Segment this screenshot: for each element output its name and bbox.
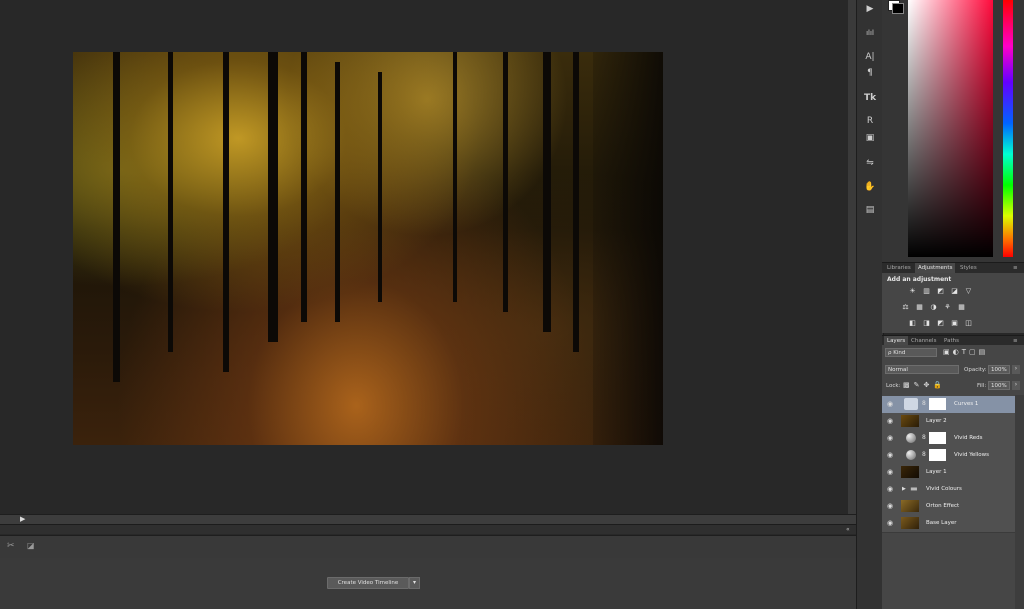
create-video-timeline-button[interactable]: Create Video Timeline: [327, 577, 409, 589]
type-styles-icon[interactable]: Tk: [863, 92, 877, 104]
canvas-vertical-scrollbar[interactable]: [848, 0, 856, 514]
fill-label: Fill:: [977, 383, 987, 389]
visibility-eye-icon[interactable]: ◉: [887, 417, 893, 425]
timeline-panel-header: [0, 524, 856, 534]
layer-thumbnail: [901, 415, 919, 427]
layer-mask-thumbnail[interactable]: [929, 432, 946, 444]
exposure-icon[interactable]: ◪: [950, 287, 959, 295]
panel-menu-icon[interactable]: ≡: [1010, 263, 1021, 273]
link-icon: 8: [922, 400, 926, 407]
tool-presets-icon[interactable]: ▤: [863, 204, 877, 216]
layer-row-vivid-reds[interactable]: ◉ 8 Vivid Reds: [882, 430, 1015, 448]
tab-libraries[interactable]: Libraries: [884, 263, 914, 273]
layer-filter-icons[interactable]: ▣◐T▢▤: [943, 348, 988, 356]
channel-mixer-icon[interactable]: ▦: [957, 303, 966, 311]
expand-arrow-icon[interactable]: ▶: [902, 486, 906, 492]
visibility-eye-icon[interactable]: ◉: [887, 519, 893, 527]
layer-name: Vivid Colours: [926, 486, 962, 492]
fill-input[interactable]: 100%: [988, 381, 1010, 390]
layer-mask-thumbnail[interactable]: [929, 398, 946, 410]
panel-menu-icon[interactable]: «: [846, 526, 850, 533]
foreground-background-swatches[interactable]: [888, 0, 904, 14]
color-saturation-field[interactable]: [908, 0, 993, 257]
fill-dropdown-icon[interactable]: ›: [1012, 381, 1020, 390]
play-icon[interactable]: ▶: [20, 515, 25, 523]
scissors-icon[interactable]: ✂: [7, 541, 15, 551]
layer-row-vivid-yellows[interactable]: ◉ 8 Vivid Yellows: [882, 447, 1015, 465]
layer-name: Base Layer: [926, 520, 957, 526]
blend-mode-select[interactable]: Normal: [885, 365, 959, 374]
curves-adjustment-icon: [904, 398, 918, 410]
tab-styles[interactable]: Styles: [957, 263, 980, 273]
character-icon[interactable]: A|: [863, 51, 877, 63]
color-balance-icon[interactable]: ▦: [915, 303, 924, 311]
gradient-map-icon[interactable]: ◫: [964, 319, 973, 327]
selective-color-icon[interactable]: ▣: [950, 319, 959, 327]
layer-row-orton-effect[interactable]: ◉ Orton Effect: [882, 498, 1015, 516]
layer-row-vivid-colours[interactable]: ◉ ▶ ▬ Vivid Colours: [882, 481, 1015, 499]
folder-icon: ▬: [910, 484, 918, 493]
tab-adjustments[interactable]: Adjustments: [915, 263, 956, 273]
glyphs-icon[interactable]: R: [863, 115, 877, 127]
layer-name: Vivid Yellows: [954, 452, 989, 458]
adjustments-panel-tabs: Libraries Adjustments Styles ≡: [882, 262, 1024, 273]
hue-saturation-adjustment-icon: [906, 450, 916, 460]
brightness-contrast-icon[interactable]: ☀: [908, 287, 917, 295]
posterize-icon[interactable]: ◨: [922, 319, 931, 327]
lock-icons[interactable]: ▩✎✥🔒: [903, 381, 946, 389]
layer-row-layer-1[interactable]: ◉ Layer 1: [882, 464, 1015, 482]
vibrance-icon[interactable]: ▽: [964, 287, 973, 295]
opacity-input[interactable]: 100%: [988, 365, 1010, 374]
play-action-icon[interactable]: ▶: [863, 3, 877, 15]
visibility-eye-icon[interactable]: ◉: [887, 485, 893, 493]
properties-icon[interactable]: ⇋: [863, 157, 877, 169]
black-white-icon[interactable]: ◑: [929, 303, 938, 311]
visibility-eye-icon[interactable]: ◉: [887, 468, 893, 476]
invert-icon[interactable]: ◧: [908, 319, 917, 327]
layer-kind-filter[interactable]: ρ Kind: [885, 348, 937, 357]
document-canvas[interactable]: [0, 0, 848, 514]
visibility-eye-icon[interactable]: ◉: [887, 400, 893, 408]
layer-name: Orton Effect: [926, 503, 960, 509]
levels-icon[interactable]: ▥: [922, 287, 931, 295]
layer-name: Vivid Reds: [954, 435, 983, 441]
brush-presets-icon[interactable]: ✋: [863, 181, 877, 193]
transition-icon[interactable]: ◪: [27, 541, 35, 550]
layer-mask-thumbnail[interactable]: [929, 449, 946, 461]
autumn-forest-path-image[interactable]: [73, 52, 663, 445]
lock-label: Lock:: [886, 383, 901, 389]
visibility-eye-icon[interactable]: ◉: [887, 451, 893, 459]
layer-name: Layer 1: [926, 469, 947, 475]
photo-filter-icon[interactable]: ⚘: [943, 303, 952, 311]
layers-scrollbar[interactable]: [1015, 395, 1024, 609]
info-icon[interactable]: ▣: [863, 132, 877, 144]
hue-slider[interactable]: [1003, 0, 1013, 257]
layer-name: Layer 2: [926, 418, 947, 424]
panel-icon-column: ▶ ılıl A| ¶ Tk R ▣ ⇋ ✋ ▤: [856, 0, 884, 609]
timeline-body: [0, 558, 856, 609]
link-icon: 8: [922, 434, 926, 441]
layer-row-curves-1[interactable]: ◉ 8 Curves 1: [882, 396, 1015, 414]
hue-saturation-icon[interactable]: ⚖: [901, 303, 910, 311]
layer-row-base-layer[interactable]: ◉ Base Layer: [882, 515, 1015, 533]
paragraph-icon[interactable]: ¶: [863, 67, 877, 79]
timeline-toolbar: ✂ ◪: [0, 535, 856, 559]
hue-saturation-adjustment-icon: [906, 433, 916, 443]
threshold-icon[interactable]: ◩: [936, 319, 945, 327]
layer-row-layer-2[interactable]: ◉ Layer 2: [882, 413, 1015, 431]
histogram-icon[interactable]: ılıl: [863, 27, 877, 39]
link-icon: 8: [922, 451, 926, 458]
curves-icon[interactable]: ◩: [936, 287, 945, 295]
layer-thumbnail: [901, 517, 919, 529]
layer-name: Curves 1: [954, 401, 979, 407]
opacity-dropdown-icon[interactable]: ›: [1012, 365, 1020, 374]
opacity-label: Opacity:: [964, 367, 987, 373]
layer-thumbnail: [901, 500, 919, 512]
visibility-eye-icon[interactable]: ◉: [887, 434, 893, 442]
visibility-eye-icon[interactable]: ◉: [887, 502, 893, 510]
adjustments-title: Add an adjustment: [887, 276, 952, 283]
layer-thumbnail: [901, 466, 919, 478]
timeline-mode-dropdown[interactable]: ▾: [409, 577, 420, 589]
